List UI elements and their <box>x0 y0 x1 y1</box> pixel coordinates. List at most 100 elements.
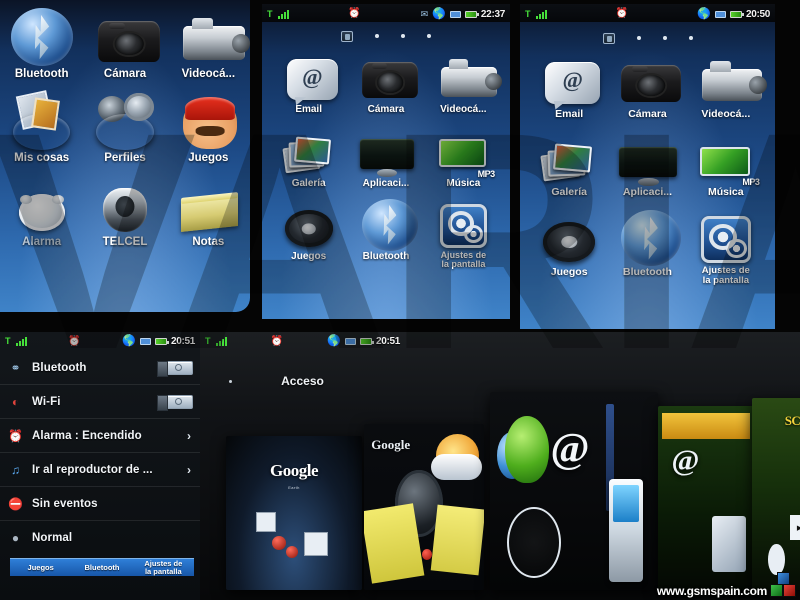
alarm-icon: ⏰ <box>348 8 361 19</box>
menu-item-bluetooth[interactable]: Bluetooth <box>0 8 83 80</box>
list-item-reproductor[interactable]: ♫ Ir al reproductor de ... › <box>0 453 200 487</box>
menu-item-ajustes-pantalla[interactable]: Ajustes de la pantalla <box>425 197 502 270</box>
menu-item-videocamara[interactable]: Videocá... <box>425 50 502 116</box>
status-bar: T ⏰ 🌎 20:51 <box>0 332 200 349</box>
list-item-label: Bluetooth <box>32 361 87 374</box>
bottom-tab-bar[interactable]: Juegos Bluetooth Ajustes de la pantalla <box>10 558 194 576</box>
wifi-toggle[interactable] <box>157 394 193 411</box>
panel-menu-grid[interactable]: Bluetooth Cámara Videocá... Mis cosas Pe… <box>0 0 250 312</box>
menu-item-camara[interactable]: Cámara <box>608 52 686 120</box>
alarm-icon: ⏰ <box>68 335 81 347</box>
page-indicator[interactable] <box>520 32 775 44</box>
icon-grid-c: Email Cámara Videocá... Galería <box>520 52 775 286</box>
signal-bars-icon <box>277 9 289 19</box>
app-carousel[interactable]: Google Earth Google @ @ SC ▶ <box>200 332 800 600</box>
list-item-label: Normal <box>32 532 73 544</box>
menu-item-label: Alarma <box>22 236 62 249</box>
signal-letter: T <box>267 8 273 19</box>
gsmspain-branding: www.gsmspain.com <box>657 572 796 598</box>
menu-item-alarma[interactable]: Alarma <box>0 176 83 248</box>
page-dot[interactable] <box>662 36 667 40</box>
folder-icon[interactable] <box>602 32 615 44</box>
carousel-card-scorpions[interactable]: SCORPIONS Amazonia ▶ Dolby <box>752 398 800 590</box>
menu-item-musica[interactable]: MP3 Música <box>687 130 765 198</box>
menu-item-aplicaciones[interactable]: Aplicaci... <box>608 130 686 198</box>
carousel-card-google[interactable]: Google Earth <box>226 436 362 590</box>
carousel-card-green-at[interactable]: @ <box>658 406 754 590</box>
list-item-alarma[interactable]: ⏰ Alarma : Encendido › <box>0 419 200 453</box>
list-item-wifi[interactable]: ◐ Wi-Fi <box>0 385 200 419</box>
menu-item-musica[interactable]: MP3 Música <box>425 124 502 190</box>
menu-item-aplicaciones[interactable]: Aplicaci... <box>347 124 424 190</box>
tab-bluetooth[interactable]: Bluetooth <box>71 563 132 572</box>
menu-item-label: Bluetooth <box>14 68 69 80</box>
page-dot[interactable] <box>375 34 379 38</box>
menu-item-label: Perfiles <box>104 152 146 165</box>
settings-list: ⚭ Bluetooth ◐ Wi-Fi ⏰ Alarma : Encendido… <box>0 351 200 555</box>
menu-item-videocamara[interactable]: Videocá... <box>687 52 767 120</box>
menu-item-videocamara[interactable]: Videocá... <box>167 8 250 80</box>
carousel-card-calendar-weather[interactable]: Google <box>364 424 484 590</box>
menu-item-galeria[interactable]: Galería <box>270 124 347 190</box>
page-dot[interactable] <box>688 36 693 40</box>
tab-ajustes-pantalla[interactable]: Ajustes de la pantalla <box>133 559 194 576</box>
at-symbol: @ <box>671 444 700 478</box>
menu-item-bluetooth[interactable]: Bluetooth <box>347 197 424 270</box>
menu-item-label: Notas <box>192 236 225 249</box>
applications-icon <box>358 124 414 178</box>
bluetooth-toggle[interactable] <box>157 360 193 377</box>
menu-item-galeria[interactable]: Galería <box>530 130 608 198</box>
list-item-label: Alarma : Encendido <box>32 429 142 442</box>
panel-settings-list[interactable]: T ⏰ 🌎 20:51 ⚭ Bluetooth ◐ Wi-Fi ⏰ Alarma… <box>0 332 200 600</box>
menu-item-camara[interactable]: Cámara <box>83 8 166 80</box>
camera-icon <box>94 8 160 66</box>
menu-item-label: Galería <box>551 186 587 199</box>
menu-item-label: Música <box>446 177 481 189</box>
menu-item-ajustes-pantalla[interactable]: Ajustes de la pantalla <box>687 208 765 286</box>
menu-item-juegos[interactable]: Juegos <box>167 92 250 164</box>
menu-item-juegos[interactable]: Juegos <box>270 197 347 270</box>
folder-icon[interactable] <box>341 30 353 42</box>
list-item-sin-eventos[interactable]: ⛔ Sin eventos <box>0 487 200 521</box>
menu-item-email[interactable]: Email <box>530 52 608 120</box>
network-globe-icon <box>506 506 561 579</box>
menu-item-label: Videocá... <box>181 68 236 80</box>
menu-item-label: Ajustes de la pantalla <box>440 250 487 270</box>
page-indicator[interactable] <box>262 30 510 42</box>
status-clock: 22:37 <box>480 8 505 20</box>
status-clock: 20:50 <box>745 8 771 20</box>
menu-item-notas[interactable]: Notas <box>167 176 250 248</box>
chevron-right-icon[interactable]: › <box>187 463 193 477</box>
email-at-icon <box>539 52 601 106</box>
menu-item-mis-cosas[interactable]: Mis cosas <box>0 92 83 164</box>
menu-item-label: Email <box>555 108 584 120</box>
camera-icon <box>617 52 682 106</box>
play-button[interactable]: ▶ <box>790 515 800 541</box>
alarm-icon: ⏰ <box>615 8 629 19</box>
page-dot[interactable] <box>427 34 431 38</box>
menu-item-camara[interactable]: Cámara <box>347 50 424 116</box>
list-item-normal[interactable]: ● Normal <box>0 521 200 555</box>
steering-wheel-icon <box>539 208 599 264</box>
tab-juegos[interactable]: Juegos <box>10 563 71 572</box>
list-item-bluetooth[interactable]: ⚭ Bluetooth <box>0 351 200 385</box>
list-item-label: Sin eventos <box>32 497 98 510</box>
menu-item-juegos[interactable]: Juegos <box>530 208 608 286</box>
panel-menu-c[interactable]: T ⏰ 🌎 20:50 Email <box>520 4 775 329</box>
steering-wheel-icon <box>281 197 337 249</box>
battery-icon <box>729 10 744 18</box>
menu-item-bluetooth[interactable]: Bluetooth <box>608 208 686 286</box>
music-mp3-icon: MP3 <box>435 124 495 179</box>
page-dot[interactable] <box>636 36 641 40</box>
menu-item-perfiles[interactable]: Perfiles <box>83 92 166 164</box>
menu-item-email[interactable]: Email <box>270 50 347 116</box>
panel-menu-b[interactable]: T ⏰ ✉ 🌎 22:37 Email <box>262 4 510 319</box>
menu-item-label: Aplicaci... <box>622 186 672 199</box>
chevron-right-icon[interactable]: › <box>187 429 193 443</box>
panel-acceso[interactable]: T ⏰ 🌎 20:51 Acceso Google Earth Google @… <box>200 332 800 600</box>
page-dot[interactable] <box>401 34 405 38</box>
music-note-icon <box>768 543 785 575</box>
carousel-card-messenger[interactable]: @ <box>490 392 658 590</box>
red-button[interactable] <box>421 548 433 561</box>
menu-item-telcel[interactable]: TELCEL <box>83 176 166 248</box>
